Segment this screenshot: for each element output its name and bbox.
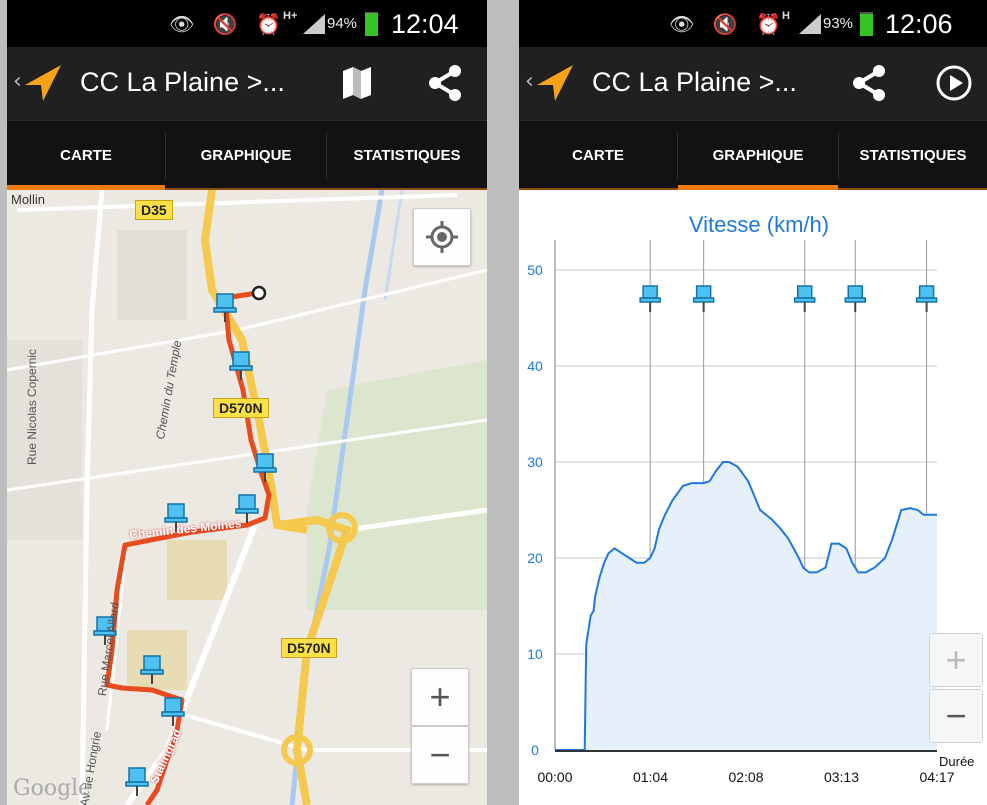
pin-icon[interactable] [915,285,938,312]
pin-icon[interactable] [161,696,185,728]
x-tick-label: 04:17 [919,769,954,785]
navigation-arrow-logo-icon[interactable] [23,63,63,103]
crosshair-icon [426,221,458,253]
x-axis-label: Durée [939,754,974,769]
chart-zoom-out-button[interactable]: − [929,689,983,743]
play-icon[interactable] [934,63,974,103]
battery-icon [365,12,378,36]
speed-chart[interactable]: Vitesse (km/h) 0 10 20 30 40 50 00:00 01:04 02:08… [519,190,987,805]
action-bar: ‹ CC La Plaine >... [7,47,487,120]
right-screen: 👁 🔇 ⏰ H 93% 12:06 ‹ CC La Plaine >... CA… [519,0,987,805]
pin-icon[interactable] [125,766,149,798]
share-icon[interactable] [849,63,889,103]
battery-percent: 93% [823,15,854,32]
track-title: CC La Plaine >... [80,67,285,97]
signal-icon [799,14,821,34]
pin-icon[interactable] [844,285,866,312]
action-bar: ‹ CC La Plaine >... [519,47,987,120]
chart-canvas: Vitesse (km/h) 0 10 20 30 40 50 00:00 01:04 02:08… [527,212,974,785]
pin-icon[interactable] [793,285,816,312]
tab-graphique[interactable]: GRAPHIQUE [166,121,326,190]
series-area [555,462,937,750]
back-chevron-icon[interactable]: ‹ [525,69,534,94]
back-chevron-icon[interactable]: ‹ [13,69,22,94]
my-location-button[interactable] [413,208,471,266]
tab-bar: CARTE GRAPHIQUE STATISTIQUES [519,120,987,190]
zoom-out-button[interactable]: − [411,726,469,784]
chart-zoom-in-button[interactable]: + [929,633,983,687]
pin-icon[interactable] [253,452,277,484]
network-type: H [782,10,790,22]
status-icons: 👁 🔇 ⏰ [169,12,287,36]
clock: 12:06 [885,9,953,39]
track-title: CC La Plaine >... [592,67,797,97]
pin-icon[interactable] [692,285,715,312]
tab-statistiques[interactable]: STATISTIQUES [839,121,987,190]
battery-percent: 94% [327,15,358,32]
tab-statistiques[interactable]: STATISTIQUES [327,121,487,190]
map-view[interactable]: Mollin D35 D570N D570N Rue Nicolas Coper… [7,190,487,805]
x-tick-label: 03:13 [824,769,859,785]
road-shield: D570N [213,398,269,418]
share-icon[interactable] [425,63,465,103]
google-logo: Google [13,776,92,801]
pin-icon[interactable] [639,285,661,312]
x-tick-label: 01:04 [633,769,668,785]
status-bar: 👁 🔇 ⏰ H 93% 12:06 [519,0,987,47]
y-tick-label: 0 [531,742,539,758]
street-label: Rue Nicolas Copernic [25,348,39,465]
y-tick-label: 10 [527,646,543,662]
pin-icon[interactable] [229,350,253,382]
chart-title: Vitesse (km/h) [689,212,829,237]
map-icon[interactable] [337,63,377,103]
tab-bar: CARTE GRAPHIQUE STATISTIQUES [7,120,487,190]
clock: 12:04 [391,9,459,39]
network-type: H+ [283,10,298,22]
tab-carte[interactable]: CARTE [519,121,677,190]
left-screen: 👁 🔇 ⏰ H+ 94% 12:04 ‹ CC La Plaine >... C… [7,0,487,805]
pin-icon[interactable] [213,292,237,324]
x-tick-label: 02:08 [728,769,763,785]
zoom-in-button[interactable]: + [411,668,469,726]
y-tick-label: 30 [527,454,543,470]
navigation-arrow-logo-icon[interactable] [535,63,575,103]
tab-carte[interactable]: CARTE [7,121,165,190]
status-bar: 👁 🔇 ⏰ H+ 94% 12:04 [7,0,487,47]
status-icons: 👁 🔇 ⏰ [669,12,787,36]
pin-icon[interactable] [140,654,164,686]
y-tick-label: 20 [527,550,543,566]
tab-graphique[interactable]: GRAPHIQUE [678,121,838,190]
y-tick-label: 50 [527,262,543,278]
place-label: Mollin [11,192,45,207]
road-shield: D570N [281,638,337,658]
x-tick-label: 00:00 [537,769,572,785]
battery-icon [860,12,873,36]
y-tick-label: 40 [527,358,543,374]
signal-icon [303,14,325,34]
road-shield: D35 [135,200,173,220]
